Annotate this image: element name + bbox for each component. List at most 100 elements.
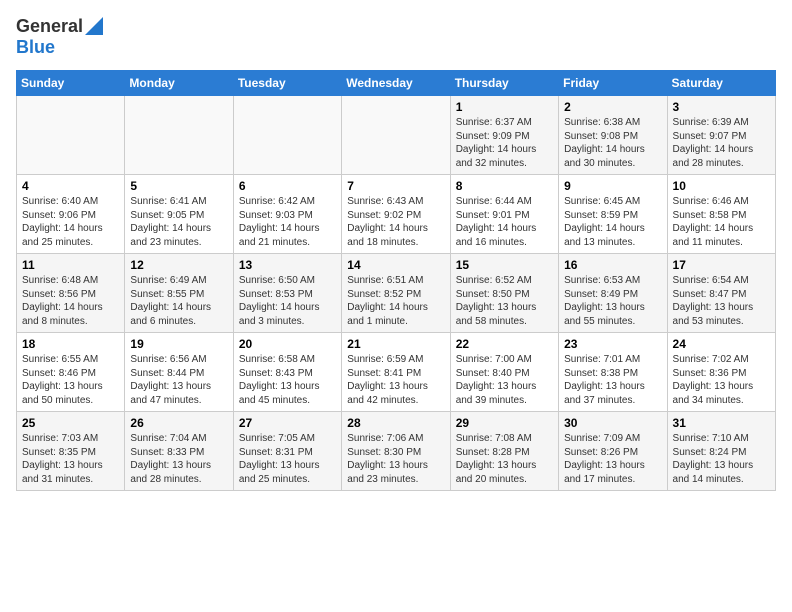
day-number: 18: [22, 337, 119, 351]
logo-blue: Blue: [16, 37, 55, 57]
logo: General Blue: [16, 16, 103, 58]
day-info: Sunrise: 6:46 AM Sunset: 8:58 PM Dayligh…: [673, 195, 770, 249]
calendar-cell: 18 Sunrise: 6:55 AM Sunset: 8:46 PM Dayli…: [17, 333, 125, 412]
calendar-cell: 22 Sunrise: 7:00 AM Sunset: 8:40 PM Dayli…: [450, 333, 558, 412]
day-number: 22: [456, 337, 553, 351]
calendar-week-row: 1 Sunrise: 6:37 AM Sunset: 9:09 PM Daylig…: [17, 96, 776, 175]
calendar-cell: 1 Sunrise: 6:37 AM Sunset: 9:09 PM Daylig…: [450, 96, 558, 175]
day-number: 15: [456, 258, 553, 272]
day-number: 11: [22, 258, 119, 272]
day-info: Sunrise: 6:41 AM Sunset: 9:05 PM Dayligh…: [130, 195, 227, 249]
calendar-cell: 13 Sunrise: 6:50 AM Sunset: 8:53 PM Dayli…: [233, 254, 341, 333]
day-info: Sunrise: 6:58 AM Sunset: 8:43 PM Dayligh…: [239, 353, 336, 407]
day-info: Sunrise: 6:43 AM Sunset: 9:02 PM Dayligh…: [347, 195, 444, 249]
day-header-sunday: Sunday: [17, 71, 125, 96]
day-number: 3: [673, 100, 770, 114]
day-info: Sunrise: 6:51 AM Sunset: 8:52 PM Dayligh…: [347, 274, 444, 328]
page-header: General Blue: [16, 16, 776, 58]
day-number: 25: [22, 416, 119, 430]
day-info: Sunrise: 6:59 AM Sunset: 8:41 PM Dayligh…: [347, 353, 444, 407]
calendar-cell: 21 Sunrise: 6:59 AM Sunset: 8:41 PM Dayli…: [342, 333, 450, 412]
day-info: Sunrise: 6:53 AM Sunset: 8:49 PM Dayligh…: [564, 274, 661, 328]
day-info: Sunrise: 7:08 AM Sunset: 8:28 PM Dayligh…: [456, 432, 553, 486]
day-number: 20: [239, 337, 336, 351]
day-info: Sunrise: 6:38 AM Sunset: 9:08 PM Dayligh…: [564, 116, 661, 170]
calendar-week-row: 18 Sunrise: 6:55 AM Sunset: 8:46 PM Dayli…: [17, 333, 776, 412]
day-info: Sunrise: 7:09 AM Sunset: 8:26 PM Dayligh…: [564, 432, 661, 486]
day-info: Sunrise: 6:55 AM Sunset: 8:46 PM Dayligh…: [22, 353, 119, 407]
calendar-week-row: 25Sunrise: 7:03 AM Sunset: 8:35 PM Dayli…: [17, 412, 776, 491]
day-info: Sunrise: 6:49 AM Sunset: 8:55 PM Dayligh…: [130, 274, 227, 328]
day-number: 7: [347, 179, 444, 193]
logo-general: General: [16, 16, 83, 37]
calendar-table: SundayMondayTuesdayWednesdayThursdayFrid…: [16, 70, 776, 491]
day-info: Sunrise: 6:50 AM Sunset: 8:53 PM Dayligh…: [239, 274, 336, 328]
day-header-tuesday: Tuesday: [233, 71, 341, 96]
day-number: 2: [564, 100, 661, 114]
calendar-cell: 29Sunrise: 7:08 AM Sunset: 8:28 PM Dayli…: [450, 412, 558, 491]
calendar-cell: 25Sunrise: 7:03 AM Sunset: 8:35 PM Dayli…: [17, 412, 125, 491]
calendar-cell: 3 Sunrise: 6:39 AM Sunset: 9:07 PM Daylig…: [667, 96, 775, 175]
day-info: Sunrise: 6:56 AM Sunset: 8:44 PM Dayligh…: [130, 353, 227, 407]
calendar-cell: 17 Sunrise: 6:54 AM Sunset: 8:47 PM Dayli…: [667, 254, 775, 333]
calendar-cell: 10 Sunrise: 6:46 AM Sunset: 8:58 PM Dayli…: [667, 175, 775, 254]
day-info: Sunrise: 7:01 AM Sunset: 8:38 PM Dayligh…: [564, 353, 661, 407]
calendar-cell: 14Sunrise: 6:51 AM Sunset: 8:52 PM Dayli…: [342, 254, 450, 333]
day-number: 12: [130, 258, 227, 272]
day-info: Sunrise: 6:44 AM Sunset: 9:01 PM Dayligh…: [456, 195, 553, 249]
calendar-cell: 16 Sunrise: 6:53 AM Sunset: 8:49 PM Dayli…: [559, 254, 667, 333]
calendar-cell: 20 Sunrise: 6:58 AM Sunset: 8:43 PM Dayli…: [233, 333, 341, 412]
logo-triangle-icon: [85, 17, 103, 35]
day-number: 1: [456, 100, 553, 114]
day-header-wednesday: Wednesday: [342, 71, 450, 96]
calendar-cell: 15 Sunrise: 6:52 AM Sunset: 8:50 PM Dayli…: [450, 254, 558, 333]
day-number: 13: [239, 258, 336, 272]
day-header-friday: Friday: [559, 71, 667, 96]
day-number: 10: [673, 179, 770, 193]
calendar-header-row: SundayMondayTuesdayWednesdayThursdayFrid…: [17, 71, 776, 96]
day-header-monday: Monday: [125, 71, 233, 96]
calendar-cell: 5 Sunrise: 6:41 AM Sunset: 9:05 PM Daylig…: [125, 175, 233, 254]
calendar-week-row: 4Sunrise: 6:40 AM Sunset: 9:06 PM Daylig…: [17, 175, 776, 254]
calendar-cell: 27Sunrise: 7:05 AM Sunset: 8:31 PM Dayli…: [233, 412, 341, 491]
calendar-cell: 2 Sunrise: 6:38 AM Sunset: 9:08 PM Daylig…: [559, 96, 667, 175]
day-number: 16: [564, 258, 661, 272]
calendar-cell: 26Sunrise: 7:04 AM Sunset: 8:33 PM Dayli…: [125, 412, 233, 491]
day-info: Sunrise: 7:04 AM Sunset: 8:33 PM Dayligh…: [130, 432, 227, 486]
calendar-cell: [125, 96, 233, 175]
day-info: Sunrise: 6:40 AM Sunset: 9:06 PM Dayligh…: [22, 195, 119, 249]
day-number: 23: [564, 337, 661, 351]
calendar-week-row: 11 Sunrise: 6:48 AM Sunset: 8:56 PM Dayli…: [17, 254, 776, 333]
day-number: 5: [130, 179, 227, 193]
day-info: Sunrise: 6:54 AM Sunset: 8:47 PM Dayligh…: [673, 274, 770, 328]
day-info: Sunrise: 6:52 AM Sunset: 8:50 PM Dayligh…: [456, 274, 553, 328]
day-number: 8: [456, 179, 553, 193]
calendar-cell: [342, 96, 450, 175]
day-number: 28: [347, 416, 444, 430]
day-info: Sunrise: 7:02 AM Sunset: 8:36 PM Dayligh…: [673, 353, 770, 407]
day-info: Sunrise: 6:45 AM Sunset: 8:59 PM Dayligh…: [564, 195, 661, 249]
day-info: Sunrise: 7:06 AM Sunset: 8:30 PM Dayligh…: [347, 432, 444, 486]
day-number: 21: [347, 337, 444, 351]
day-info: Sunrise: 6:37 AM Sunset: 9:09 PM Dayligh…: [456, 116, 553, 170]
calendar-cell: 4Sunrise: 6:40 AM Sunset: 9:06 PM Daylig…: [17, 175, 125, 254]
day-number: 17: [673, 258, 770, 272]
calendar-cell: 6Sunrise: 6:42 AM Sunset: 9:03 PM Daylig…: [233, 175, 341, 254]
calendar-cell: 7 Sunrise: 6:43 AM Sunset: 9:02 PM Daylig…: [342, 175, 450, 254]
calendar-cell: 30 Sunrise: 7:09 AM Sunset: 8:26 PM Dayli…: [559, 412, 667, 491]
calendar-cell: 9Sunrise: 6:45 AM Sunset: 8:59 PM Daylig…: [559, 175, 667, 254]
day-number: 30: [564, 416, 661, 430]
calendar-cell: 19Sunrise: 6:56 AM Sunset: 8:44 PM Dayli…: [125, 333, 233, 412]
day-info: Sunrise: 6:48 AM Sunset: 8:56 PM Dayligh…: [22, 274, 119, 328]
calendar-cell: [233, 96, 341, 175]
day-number: 6: [239, 179, 336, 193]
day-info: Sunrise: 6:39 AM Sunset: 9:07 PM Dayligh…: [673, 116, 770, 170]
day-header-thursday: Thursday: [450, 71, 558, 96]
day-info: Sunrise: 7:10 AM Sunset: 8:24 PM Dayligh…: [673, 432, 770, 486]
calendar-cell: 23 Sunrise: 7:01 AM Sunset: 8:38 PM Dayli…: [559, 333, 667, 412]
calendar-cell: 28 Sunrise: 7:06 AM Sunset: 8:30 PM Dayli…: [342, 412, 450, 491]
day-number: 27: [239, 416, 336, 430]
day-info: Sunrise: 7:00 AM Sunset: 8:40 PM Dayligh…: [456, 353, 553, 407]
calendar-cell: 12 Sunrise: 6:49 AM Sunset: 8:55 PM Dayli…: [125, 254, 233, 333]
calendar-cell: 31Sunrise: 7:10 AM Sunset: 8:24 PM Dayli…: [667, 412, 775, 491]
